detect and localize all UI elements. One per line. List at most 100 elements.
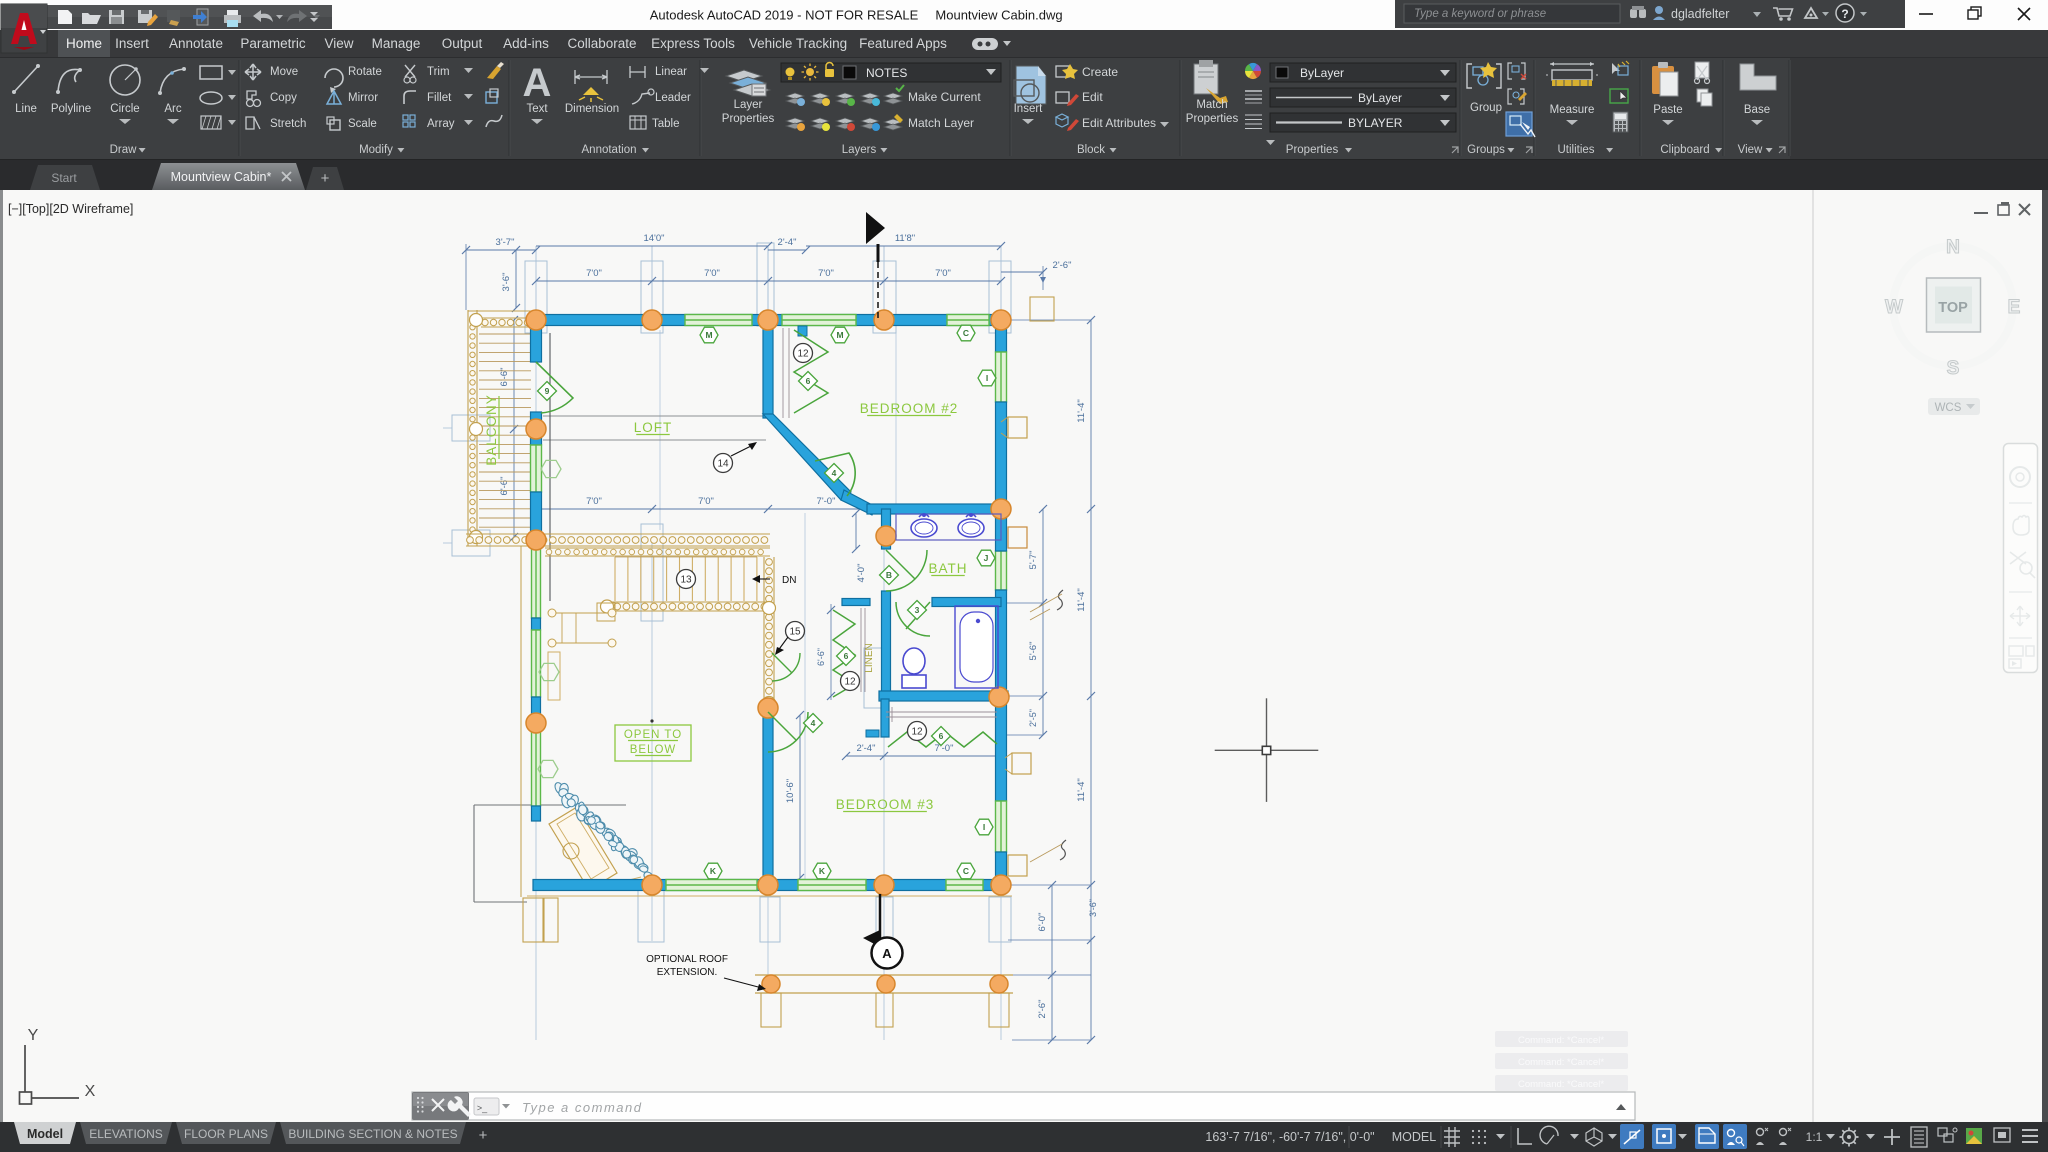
svg-text:E: E (2008, 297, 2021, 318)
svg-text:3'-6": 3'-6" (501, 273, 512, 292)
svg-text:M: M (836, 330, 843, 340)
svg-text:5'-7": 5'-7" (1028, 551, 1039, 570)
svg-text:Line: Line (15, 103, 37, 115)
svg-text:Trim: Trim (427, 66, 450, 78)
svg-text:+: + (479, 1127, 488, 1144)
svg-text:Express Tools: Express Tools (651, 36, 735, 51)
svg-text:3'-6": 3'-6" (1088, 899, 1098, 917)
svg-text:11'8": 11'8" (895, 233, 915, 244)
svg-text:Edit: Edit (1082, 90, 1103, 104)
svg-text:>_: >_ (477, 1103, 488, 1113)
svg-text:X: X (85, 1083, 96, 1100)
svg-text:Home: Home (66, 36, 102, 51)
svg-text:BEDROOM #3: BEDROOM #3 (836, 797, 935, 812)
svg-text:Properties: Properties (722, 113, 775, 125)
svg-text:Mountview Cabin*: Mountview Cabin* (171, 170, 272, 184)
svg-text:Output: Output (442, 36, 483, 51)
svg-text:Properties: Properties (1286, 144, 1339, 156)
svg-text:I: I (986, 373, 988, 383)
svg-text:3'-7": 3'-7" (496, 237, 515, 248)
svg-text:4'-0": 4'-0" (856, 564, 867, 583)
svg-text:K: K (710, 866, 717, 876)
svg-text:Annotation: Annotation (582, 144, 637, 156)
svg-text:K: K (819, 866, 826, 876)
svg-text:Arc: Arc (164, 103, 182, 115)
svg-text:Copy: Copy (270, 92, 297, 104)
svg-text:Rotate: Rotate (348, 66, 382, 78)
svg-text:7'0": 7'0" (935, 268, 951, 279)
svg-text:A: A (882, 946, 892, 961)
svg-text:Featured Apps: Featured Apps (859, 36, 947, 51)
svg-text:Layers: Layers (842, 144, 877, 156)
svg-text:Dimension: Dimension (565, 103, 619, 115)
svg-text:Insert: Insert (1014, 103, 1044, 115)
svg-text:Array: Array (427, 118, 455, 130)
svg-text:Make Current: Make Current (908, 90, 981, 104)
svg-text:7'-0": 7'-0" (935, 743, 954, 754)
svg-text:Paste: Paste (1653, 104, 1682, 116)
svg-text:5'-6": 5'-6" (1028, 642, 1039, 661)
svg-text:6'-6": 6'-6" (816, 648, 826, 666)
svg-text:7'0": 7'0" (698, 496, 714, 507)
svg-text:J: J (984, 553, 989, 563)
svg-text:4: 4 (832, 468, 837, 478)
svg-text:OPTIONAL ROOF: OPTIONAL ROOF (646, 954, 728, 965)
svg-text:S: S (1947, 358, 1960, 379)
svg-text:7'0": 7'0" (586, 496, 602, 507)
svg-text:3: 3 (915, 605, 920, 615)
svg-text:Manage: Manage (372, 36, 421, 51)
svg-text:Circle: Circle (110, 103, 139, 115)
svg-text:BEDROOM #2: BEDROOM #2 (860, 401, 959, 416)
svg-text:BUILDING SECTION & NOTES: BUILDING SECTION & NOTES (288, 1127, 457, 1141)
svg-text:NOTES: NOTES (866, 66, 907, 80)
svg-text:OPEN TO: OPEN TO (624, 729, 682, 741)
svg-text:ELEVATIONS: ELEVATIONS (89, 1127, 163, 1141)
svg-text:Annotate: Annotate (169, 36, 223, 51)
svg-text:ByLayer: ByLayer (1300, 66, 1344, 80)
svg-text:14'0": 14'0" (643, 233, 664, 244)
svg-text:Block: Block (1077, 144, 1105, 156)
svg-text:Autodesk AutoCAD 2019 - NOT FO: Autodesk AutoCAD 2019 - NOT FOR RESALE (650, 8, 919, 23)
svg-text:Command: *Cancel*: Command: *Cancel* (1518, 1035, 1604, 1046)
svg-text:Fillet: Fillet (427, 92, 452, 104)
svg-text:Properties: Properties (1186, 113, 1239, 125)
svg-text:Base: Base (1744, 104, 1770, 116)
svg-text:1:1: 1:1 (1806, 1130, 1823, 1144)
svg-text:6: 6 (844, 651, 849, 661)
svg-text:Start: Start (51, 171, 77, 185)
svg-text:DN: DN (782, 575, 796, 586)
svg-text:2'-4": 2'-4" (778, 237, 797, 248)
svg-text:MODEL: MODEL (1392, 1130, 1437, 1144)
svg-text:B: B (886, 570, 892, 580)
svg-text:Clipboard: Clipboard (1660, 144, 1709, 156)
svg-text:6'-6": 6'-6" (499, 477, 510, 496)
svg-text:11'-4": 11'-4" (1076, 588, 1087, 612)
svg-text:ByLayer: ByLayer (1358, 91, 1402, 105)
svg-text:Edit Attributes: Edit Attributes (1082, 116, 1156, 130)
svg-text:4: 4 (811, 718, 816, 728)
svg-text:I: I (983, 822, 985, 832)
svg-text:7'0": 7'0" (818, 268, 834, 279)
svg-text:12: 12 (797, 349, 809, 360)
svg-text:12: 12 (844, 677, 856, 688)
svg-text:Y: Y (28, 1027, 39, 1044)
svg-text:Collaborate: Collaborate (567, 36, 636, 51)
svg-text:6: 6 (939, 731, 944, 741)
svg-text:BYLAYER: BYLAYER (1348, 116, 1403, 130)
svg-text:Groups: Groups (1467, 144, 1505, 156)
svg-text:2'-6": 2'-6" (1037, 1000, 1048, 1019)
svg-text:7'0": 7'0" (586, 268, 602, 279)
svg-text:Mountview Cabin.dwg: Mountview Cabin.dwg (935, 8, 1062, 23)
svg-text:Insert: Insert (115, 36, 149, 51)
svg-text:6: 6 (806, 376, 811, 386)
svg-text:+: + (321, 170, 330, 187)
svg-text:Parametric: Parametric (240, 36, 306, 51)
svg-text:A: A (523, 61, 552, 105)
svg-text:Group: Group (1470, 102, 1502, 114)
svg-text:C: C (963, 866, 969, 876)
svg-text:Match Layer: Match Layer (908, 116, 974, 130)
svg-text:Text: Text (526, 103, 548, 115)
svg-text:14: 14 (717, 459, 729, 470)
svg-text:View: View (324, 36, 353, 51)
svg-text:N: N (1946, 237, 1960, 258)
